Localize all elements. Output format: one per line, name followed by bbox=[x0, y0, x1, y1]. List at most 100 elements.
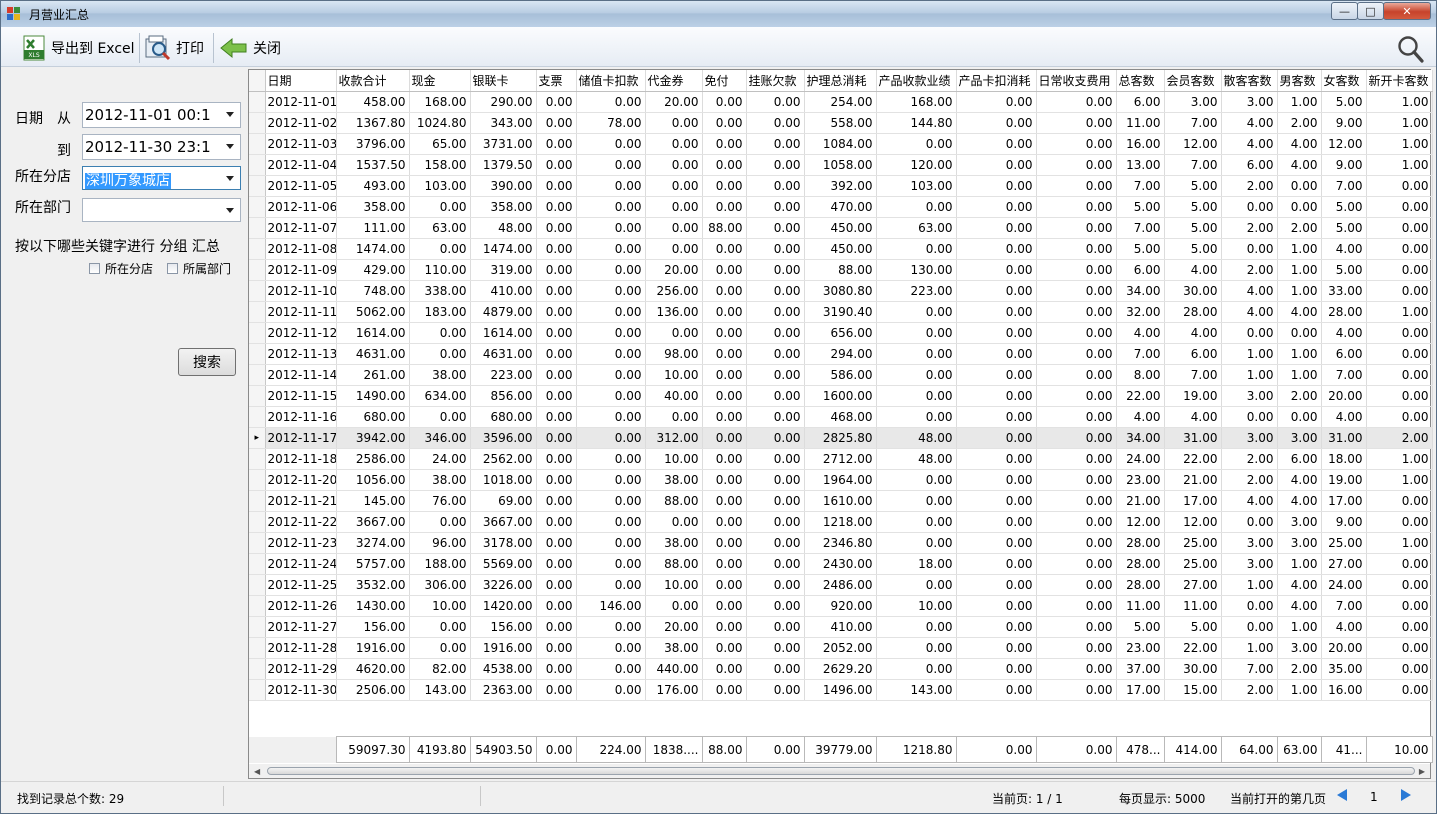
cell-free[interactable]: 0.00 bbox=[702, 112, 747, 134]
cell-total[interactable]: 4620.00 bbox=[336, 658, 410, 680]
minimize-button[interactable]: — bbox=[1331, 2, 1358, 20]
cell-product[interactable]: 0.00 bbox=[876, 385, 957, 407]
cell-total[interactable]: 748.00 bbox=[336, 280, 410, 302]
cell-members[interactable]: 15.00 bbox=[1164, 679, 1222, 701]
cell-product-card[interactable]: 0.00 bbox=[956, 469, 1037, 491]
cell-free[interactable]: 0.00 bbox=[702, 616, 747, 638]
cell-unionpay[interactable]: 2363.00 bbox=[470, 679, 537, 701]
cell-care[interactable]: 450.00 bbox=[804, 238, 877, 260]
cell-cash[interactable]: 183.00 bbox=[409, 301, 471, 323]
cell-free[interactable]: 0.00 bbox=[702, 553, 747, 575]
cell-daily-expense[interactable]: 0.00 bbox=[1036, 490, 1117, 512]
cell-cheque[interactable]: 0.00 bbox=[536, 196, 577, 218]
cell-stored-value[interactable]: 146.00 bbox=[576, 595, 646, 617]
cell-female[interactable]: 19.00 bbox=[1321, 469, 1367, 491]
cell-credit[interactable]: 0.00 bbox=[746, 469, 805, 491]
row-header[interactable] bbox=[249, 112, 266, 134]
cell-members[interactable]: 28.00 bbox=[1164, 301, 1222, 323]
cell-credit[interactable]: 0.00 bbox=[746, 679, 805, 701]
cell-stored-value[interactable]: 0.00 bbox=[576, 448, 646, 470]
cell-daily-expense[interactable]: 0.00 bbox=[1036, 175, 1117, 197]
table-row[interactable]: ▸ 2012-11-17 3942.00 346.00 3596.00 0.00 0.00 3… bbox=[249, 427, 1433, 449]
cell-product-card[interactable]: 0.00 bbox=[956, 154, 1037, 176]
cell-members[interactable]: 7.00 bbox=[1164, 364, 1222, 386]
cell-total[interactable]: 458.00 bbox=[336, 91, 410, 113]
cell-guests[interactable]: 34.00 bbox=[1116, 280, 1165, 302]
row-header[interactable] bbox=[249, 364, 266, 386]
cell-members[interactable]: 22.00 bbox=[1164, 448, 1222, 470]
cell-guests[interactable]: 28.00 bbox=[1116, 574, 1165, 596]
row-header[interactable] bbox=[249, 91, 266, 113]
cell-voucher[interactable]: 88.00 bbox=[645, 490, 703, 512]
cell-total[interactable]: 2586.00 bbox=[336, 448, 410, 470]
cell-daily-expense[interactable]: 0.00 bbox=[1036, 91, 1117, 113]
cell-members[interactable]: 4.00 bbox=[1164, 259, 1222, 281]
cell-cash[interactable]: 158.00 bbox=[409, 154, 471, 176]
cell-free[interactable]: 0.00 bbox=[702, 595, 747, 617]
cell-new-card[interactable]: 1.00 bbox=[1366, 154, 1433, 176]
cell-free[interactable]: 0.00 bbox=[702, 679, 747, 701]
cell-voucher[interactable]: 20.00 bbox=[645, 91, 703, 113]
cell-total[interactable]: 3667.00 bbox=[336, 511, 410, 533]
row-header[interactable] bbox=[249, 448, 266, 470]
cell-male[interactable]: 0.00 bbox=[1277, 175, 1322, 197]
cell-product-card[interactable]: 0.00 bbox=[956, 532, 1037, 554]
row-header[interactable] bbox=[249, 679, 266, 701]
cell-free[interactable]: 0.00 bbox=[702, 259, 747, 281]
column-header-male[interactable]: 男客数 bbox=[1277, 70, 1322, 92]
cell-free[interactable]: 0.00 bbox=[702, 301, 747, 323]
row-header[interactable] bbox=[249, 343, 266, 365]
cell-stored-value[interactable]: 0.00 bbox=[576, 91, 646, 113]
cell-product[interactable]: 0.00 bbox=[876, 616, 957, 638]
cell-walkins[interactable]: 2.00 bbox=[1221, 679, 1278, 701]
cell-free[interactable]: 88.00 bbox=[702, 217, 747, 239]
column-header-cash[interactable]: 现金 bbox=[409, 70, 471, 92]
cell-date[interactable]: 2012-11-20 bbox=[265, 469, 337, 491]
branch-select[interactable]: 深圳万象城店 bbox=[82, 166, 241, 190]
table-row[interactable]: 2012-11-18 2586.00 24.00 2562.00 0.00 0.00 10.… bbox=[249, 448, 1433, 470]
cell-product-card[interactable]: 0.00 bbox=[956, 364, 1037, 386]
cell-female[interactable]: 12.00 bbox=[1321, 133, 1367, 155]
cell-product[interactable]: 48.00 bbox=[876, 448, 957, 470]
row-header[interactable] bbox=[249, 217, 266, 239]
cell-product-card[interactable]: 0.00 bbox=[956, 427, 1037, 449]
row-header[interactable] bbox=[249, 301, 266, 323]
column-header-total[interactable]: 收款合计 bbox=[336, 70, 410, 92]
cell-male[interactable]: 2.00 bbox=[1277, 658, 1322, 680]
cell-male[interactable]: 1.00 bbox=[1277, 343, 1322, 365]
cell-members[interactable]: 5.00 bbox=[1164, 217, 1222, 239]
cell-cash[interactable]: 188.00 bbox=[409, 553, 471, 575]
row-header[interactable] bbox=[249, 595, 266, 617]
cell-unionpay[interactable]: 5569.00 bbox=[470, 553, 537, 575]
column-header-new-card[interactable]: 新开卡客数 bbox=[1366, 70, 1433, 92]
cell-date[interactable]: 2012-11-12 bbox=[265, 322, 337, 344]
cell-guests[interactable]: 4.00 bbox=[1116, 406, 1165, 428]
cell-unionpay[interactable]: 1614.00 bbox=[470, 322, 537, 344]
cell-stored-value[interactable]: 0.00 bbox=[576, 616, 646, 638]
cell-walkins[interactable]: 6.00 bbox=[1221, 154, 1278, 176]
cell-daily-expense[interactable]: 0.00 bbox=[1036, 448, 1117, 470]
cell-members[interactable]: 12.00 bbox=[1164, 133, 1222, 155]
cell-daily-expense[interactable]: 0.00 bbox=[1036, 322, 1117, 344]
cell-credit[interactable]: 0.00 bbox=[746, 637, 805, 659]
cell-guests[interactable]: 8.00 bbox=[1116, 364, 1165, 386]
cell-members[interactable]: 17.00 bbox=[1164, 490, 1222, 512]
table-row[interactable]: 2012-11-08 1474.00 0.00 1474.00 0.00 0.00 0.00… bbox=[249, 238, 1433, 260]
cell-stored-value[interactable]: 78.00 bbox=[576, 112, 646, 134]
cell-total[interactable]: 1474.00 bbox=[336, 238, 410, 260]
cell-daily-expense[interactable]: 0.00 bbox=[1036, 658, 1117, 680]
cell-daily-expense[interactable]: 0.00 bbox=[1036, 259, 1117, 281]
cell-stored-value[interactable]: 0.00 bbox=[576, 658, 646, 680]
row-header[interactable] bbox=[249, 133, 266, 155]
row-header[interactable] bbox=[249, 490, 266, 512]
table-row[interactable]: 2012-11-07 111.00 63.00 48.00 0.00 0.00 0.00 88… bbox=[249, 217, 1433, 239]
cell-care[interactable]: 2486.00 bbox=[804, 574, 877, 596]
cell-free[interactable]: 0.00 bbox=[702, 91, 747, 113]
cell-care[interactable]: 88.00 bbox=[804, 259, 877, 281]
table-row[interactable]: 2012-11-20 1056.00 38.00 1018.00 0.00 0.00 38.… bbox=[249, 469, 1433, 491]
cell-cash[interactable]: 143.00 bbox=[409, 679, 471, 701]
cell-product-card[interactable]: 0.00 bbox=[956, 406, 1037, 428]
cell-product[interactable]: 0.00 bbox=[876, 658, 957, 680]
cell-product-card[interactable]: 0.00 bbox=[956, 553, 1037, 575]
cell-free[interactable]: 0.00 bbox=[702, 133, 747, 155]
